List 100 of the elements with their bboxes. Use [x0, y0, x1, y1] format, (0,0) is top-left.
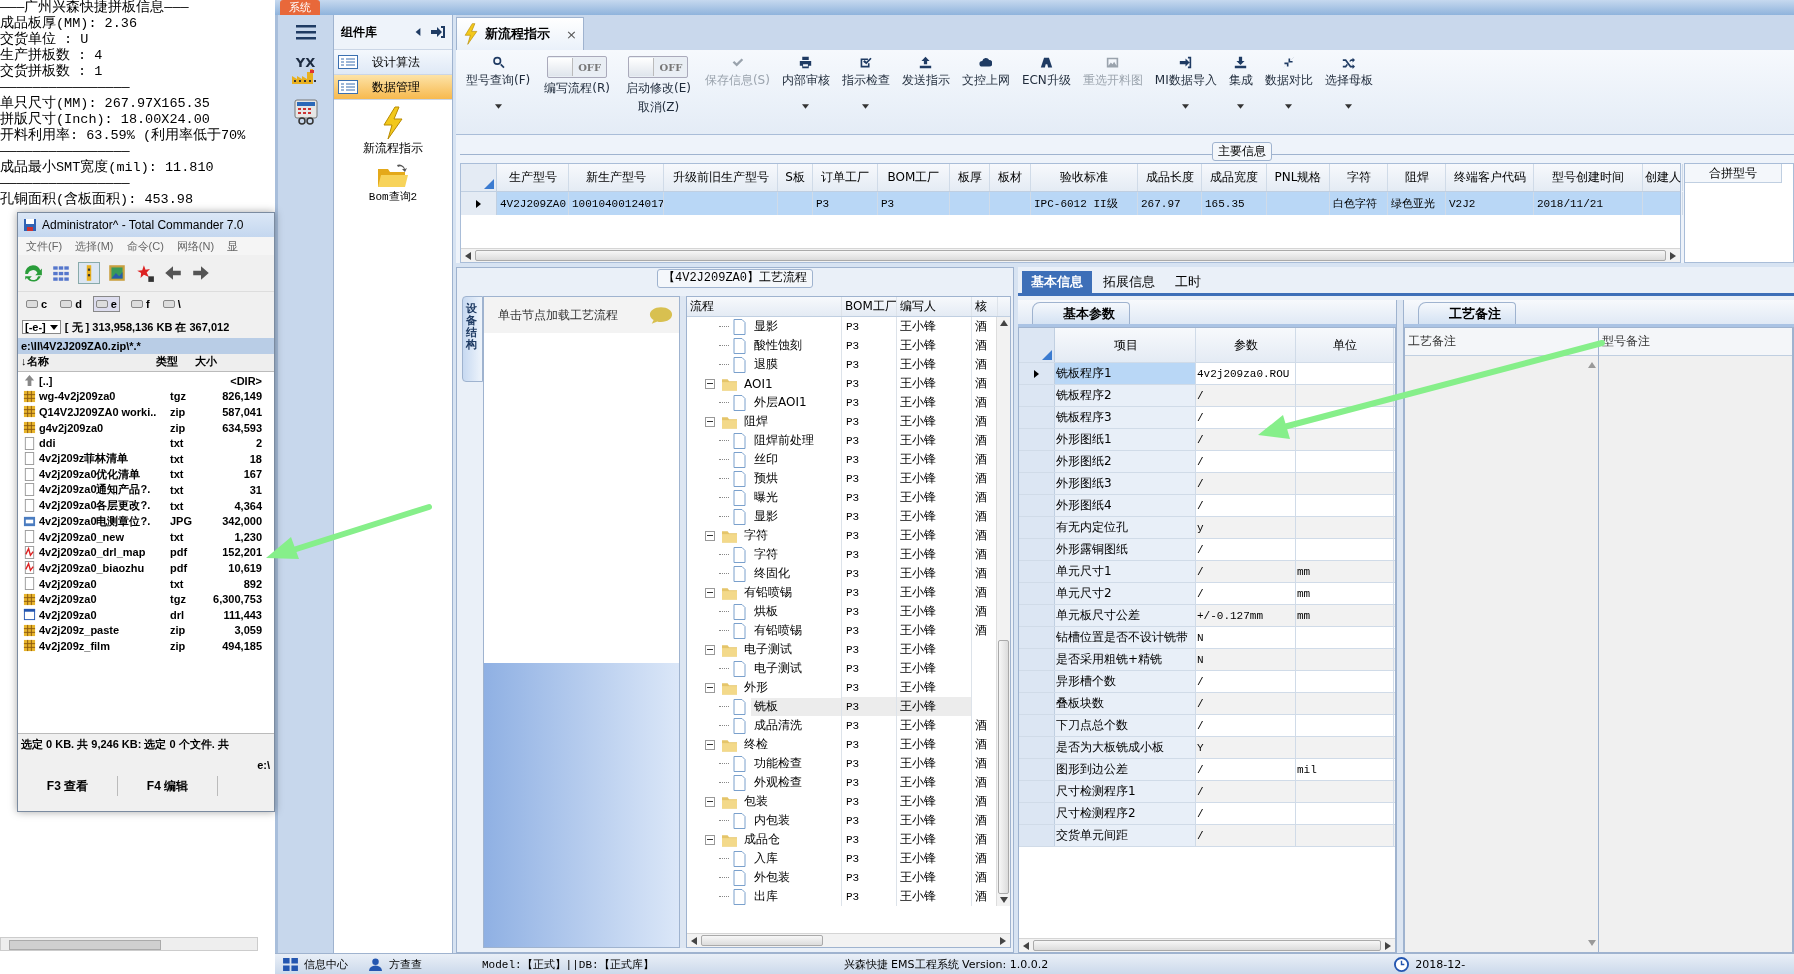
table-cell[interactable]: 外形图纸3 — [1055, 473, 1196, 494]
row-header[interactable] — [1019, 363, 1055, 384]
column-header[interactable]: 型号创建时间 — [1534, 164, 1643, 191]
tree-node[interactable]: 成品仓 — [741, 830, 783, 849]
table-cell[interactable]: / — [1196, 539, 1296, 560]
table-cell[interactable]: 钻槽位置是否不设计铣带 — [1055, 627, 1196, 648]
table-cell[interactable]: 单元板尺寸公差 — [1055, 605, 1196, 626]
close-icon[interactable]: × — [566, 26, 577, 42]
star-icon[interactable] — [135, 263, 155, 283]
tree-node[interactable]: 包装 — [741, 792, 771, 811]
table-cell[interactable]: 外形图纸2 — [1055, 451, 1196, 472]
tree-node[interactable]: 烘板 — [751, 602, 781, 621]
component-item[interactable]: 设计算法 — [334, 50, 452, 75]
table-cell[interactable]: 交货单元间距 — [1055, 825, 1196, 846]
column-header[interactable]: BOM工厂 — [842, 297, 897, 316]
tree-node[interactable]: 预烘 — [751, 469, 781, 488]
table-cell[interactable]: 单元尺寸2 — [1055, 583, 1196, 604]
column-header[interactable]: S板 — [778, 164, 813, 191]
tree-node[interactable]: 显影 — [751, 317, 781, 336]
caret-icon[interactable] — [862, 104, 870, 109]
table-cell[interactable]: +/-0.127mm — [1196, 605, 1296, 626]
table-cell[interactable]: 尺寸检测程序1 — [1055, 781, 1196, 802]
picture-icon[interactable] — [107, 263, 127, 283]
tree-node[interactable]: 电子测试 — [741, 640, 795, 659]
drive-button[interactable]: d — [58, 297, 84, 311]
tree-node[interactable]: 外包装 — [751, 868, 793, 887]
scroll-left-icon[interactable] — [1023, 941, 1029, 950]
table-cell[interactable]: 异形槽个数 — [1055, 671, 1196, 692]
toggle-switch[interactable]: OFF — [628, 56, 689, 78]
toolbar-button[interactable]: 选择母板 — [1320, 54, 1377, 111]
table-cell[interactable]: 下刀点总个数 — [1055, 715, 1196, 736]
tree-node[interactable]: 显影 — [751, 507, 781, 526]
tree-node[interactable]: 退膜 — [751, 355, 781, 374]
table-cell[interactable]: 单元尺寸1 — [1055, 561, 1196, 582]
file-name[interactable]: 4v2j209za0优化清单 — [39, 466, 167, 482]
tree-node[interactable]: AOI1 — [741, 374, 776, 393]
drive-button[interactable]: \ — [160, 297, 183, 311]
column-header[interactable]: 成品长度 — [1138, 164, 1202, 191]
toggle-switch[interactable]: OFF — [547, 56, 608, 78]
horizontal-scrollbar[interactable] — [1019, 938, 1395, 952]
tree-node[interactable]: 阻焊 — [741, 412, 771, 431]
table-cell[interactable]: 铣板程序1 — [1055, 363, 1196, 384]
caret-icon[interactable] — [1237, 104, 1245, 109]
grid-view-icon[interactable] — [51, 263, 71, 283]
table-cell[interactable]: / — [1196, 451, 1296, 472]
menu-item[interactable]: 文件(F) — [26, 238, 63, 254]
tree-node[interactable]: 出库 — [751, 887, 781, 906]
toolbar-button[interactable]: MI数据导入 — [1150, 54, 1221, 111]
tree-node[interactable]: 有铅喷锡 — [741, 583, 795, 602]
file-name[interactable]: 4v2j209za0_biaozhu — [39, 561, 167, 574]
tool-item[interactable]: 新流程指示 — [334, 106, 452, 157]
column-header[interactable]: 型号备注 — [1599, 328, 1792, 356]
tree-node[interactable]: 功能检查 — [751, 754, 805, 773]
column-header[interactable]: 终端客户代码 — [1446, 164, 1534, 191]
table-cell[interactable]: 铣板程序3 — [1055, 407, 1196, 428]
scroll-thumb[interactable] — [701, 935, 823, 946]
drive-dropdown[interactable]: [-e-] — [22, 320, 61, 334]
collapse-icon[interactable] — [705, 416, 715, 427]
table-cell[interactable]: 外形露铜图纸 — [1055, 539, 1196, 560]
function-key-button[interactable]: F3 查看 — [18, 776, 118, 796]
table-cell[interactable]: N — [1196, 649, 1296, 670]
table-cell[interactable]: / — [1196, 671, 1296, 692]
file-name[interactable]: 4v2j209za0_new — [39, 530, 167, 543]
drive-button[interactable]: e — [92, 296, 120, 312]
table-cell[interactable]: 4v2j209za0.ROU — [1196, 363, 1296, 384]
collapse-icon[interactable] — [705, 834, 715, 845]
table-row[interactable]: 4V2J209ZA0 10010400124017 P3 P3 IPC-6012 II级 267.97 165.35 白色字符 绿色亚光 V2J2 2018/11/21 — [461, 192, 1680, 215]
drive-button[interactable]: c — [24, 297, 50, 311]
tab[interactable]: 工艺备注 — [1418, 302, 1516, 324]
file-name[interactable]: ddi — [39, 437, 167, 450]
toolbar-button[interactable]: 集成 — [1224, 54, 1257, 111]
scroll-right-icon[interactable] — [1000, 936, 1006, 945]
refresh-icon[interactable] — [23, 263, 43, 283]
scroll-thumb[interactable] — [998, 639, 1009, 894]
table-cell[interactable]: 尺寸检测程序2 — [1055, 803, 1196, 824]
file-name[interactable]: 4v2j209za0 — [39, 608, 167, 621]
table-cell[interactable]: / — [1196, 495, 1296, 516]
tree-node[interactable]: 铣板 — [751, 697, 841, 716]
tree-node[interactable]: 丝印 — [751, 450, 781, 469]
column-header[interactable]: 合拼型号 — [1685, 164, 1782, 183]
column-header[interactable]: 新生产型号 — [569, 164, 664, 191]
table-cell[interactable]: y — [1196, 517, 1296, 538]
file-name[interactable]: 4v2j209z_film — [39, 639, 167, 652]
tree-node[interactable]: 外观检查 — [751, 773, 805, 792]
collapse-icon[interactable] — [705, 796, 715, 807]
column-header[interactable]: 流程 — [687, 297, 842, 316]
file-name[interactable]: g4v2j209za0 — [39, 421, 167, 434]
file-name[interactable]: 4v2j209z_paste — [39, 624, 167, 637]
column-header[interactable]: 类型 — [156, 354, 191, 371]
table-cell[interactable]: 铣板程序2 — [1055, 385, 1196, 406]
calculator-icon[interactable] — [292, 99, 319, 125]
column-header[interactable]: 板厚 — [950, 164, 990, 191]
table-cell[interactable]: / — [1196, 561, 1296, 582]
file-name[interactable]: 4v2j209za0 — [39, 593, 167, 606]
toolbar-button[interactable]: 数据对比 — [1260, 54, 1317, 111]
tree-node[interactable]: 曝光 — [751, 488, 781, 507]
file-name[interactable]: 4v2j209za0各层更改?. — [39, 498, 167, 514]
column-header[interactable]: 板材 — [990, 164, 1031, 191]
table-cell[interactable]: 图形到边公差 — [1055, 759, 1196, 780]
menu-item[interactable]: 显 — [227, 238, 239, 254]
